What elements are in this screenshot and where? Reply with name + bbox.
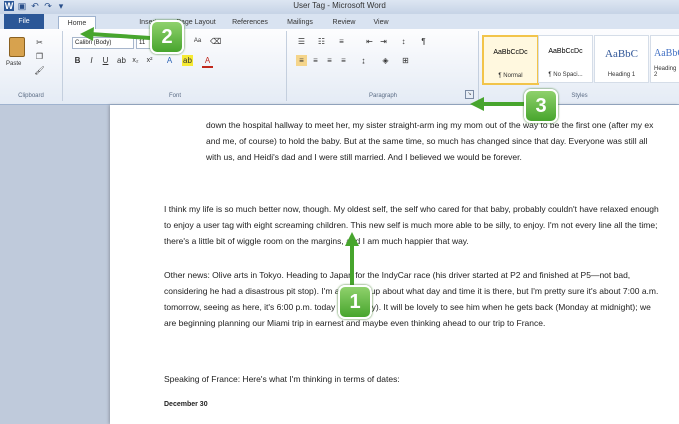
arrowhead-1 xyxy=(345,232,359,246)
callout-1: 1 xyxy=(338,285,372,319)
arrowhead-2 xyxy=(80,27,94,41)
callout-3: 3 xyxy=(524,89,558,123)
arrow-2 xyxy=(89,32,151,40)
arrowhead-3 xyxy=(470,97,484,111)
callout-arrows xyxy=(80,27,526,285)
callout-2: 2 xyxy=(150,20,184,54)
